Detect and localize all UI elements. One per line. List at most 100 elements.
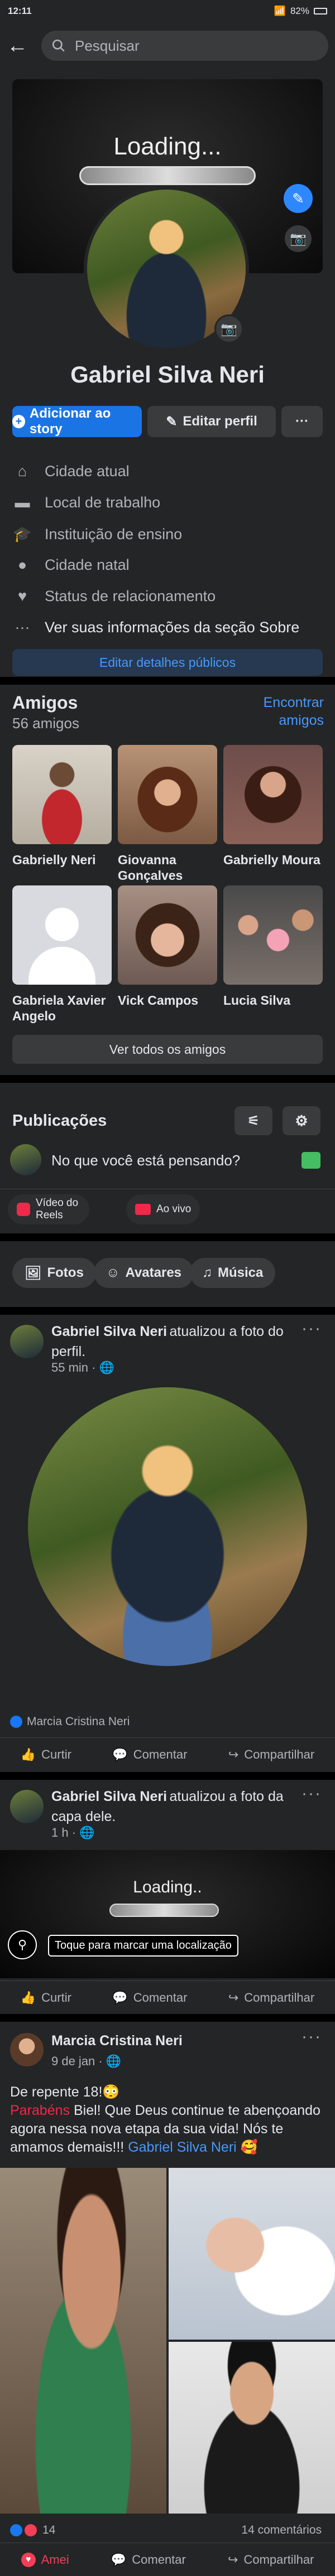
post-cover-image[interactable]: Loading.. ⚲ Toque para marcar uma locali… <box>0 1850 335 1978</box>
reactions-summary[interactable]: 14 <box>10 2524 55 2537</box>
post-header: Gabriel Silva Neri atualizou a foto da c… <box>51 1788 286 1828</box>
composer-input[interactable]: No que você está pensando? <box>51 1152 240 1169</box>
search-icon <box>52 39 65 52</box>
post-actions: ♥ Amei 💬 Comentar ↪ Compartilhar <box>0 2543 335 2576</box>
friend-card[interactable]: Giovanna Gonçalves <box>118 745 217 883</box>
post-more-icon[interactable]: ··· <box>302 1784 322 1803</box>
avatars-chip[interactable]: ☺ Avatares <box>94 1258 194 1288</box>
post-author[interactable]: Gabriel Silva Neri <box>51 1789 167 1804</box>
add-story-button[interactable]: + Adicionar ao story <box>12 406 142 437</box>
friend-card[interactable]: Vick Campos <box>118 885 217 1008</box>
add-story-label: Adicionar ao story <box>29 406 111 437</box>
settings-button[interactable]: ⚙ <box>283 1106 320 1135</box>
comment-count[interactable]: 14 comentários <box>241 2524 322 2537</box>
share-button[interactable]: ↪ Compartilhar <box>228 1991 314 2005</box>
grid-photo-selfie[interactable] <box>169 2342 335 2514</box>
like-label: Curtir <box>41 1747 71 1761</box>
live-button[interactable]: Ao vivo <box>126 1194 200 1224</box>
post-cover-photo: Gabriel Silva Neri atualizou a foto da c… <box>0 1780 335 2014</box>
post-more-icon[interactable]: ··· <box>302 1319 322 1338</box>
post-image[interactable] <box>28 1387 307 1666</box>
about-education[interactable]: 🎓 Instituição de ensino <box>12 525 182 543</box>
see-about-info-link[interactable]: ··· Ver suas informações da seção Sobre <box>12 619 300 636</box>
find-friends-link[interactable]: Encontrar amigos <box>246 694 324 729</box>
photos-chip[interactable]: 🖼 Fotos <box>12 1258 96 1288</box>
see-all-friends-button[interactable]: Ver todos os amigos <box>12 1035 323 1064</box>
share-button[interactable]: ↪ Compartilhar <box>228 1747 314 1762</box>
location-tooltip[interactable]: Toque para marcar uma localização <box>48 1935 238 1957</box>
about-workplace[interactable]: ▬ Local de trabalho <box>12 494 161 511</box>
like-button[interactable]: 👍 Curtir <box>21 1991 71 2005</box>
music-chip-label: Música <box>218 1265 264 1280</box>
post-time: 9 de jan · 🌐 <box>51 2054 122 2068</box>
about-relationship[interactable]: ♥ Status de relacionamento <box>12 588 216 605</box>
reels-button[interactable]: Vídeo do Reels <box>8 1194 89 1224</box>
comment-button[interactable]: 💬 Comentar <box>112 1991 187 2005</box>
location-pin-icon: ● <box>17 556 27 573</box>
love-button[interactable]: ♥ Amei <box>21 2552 69 2567</box>
back-arrow-icon[interactable]: ← <box>7 34 29 58</box>
about-see-more-label: Ver suas informações da seção Sobre <box>45 619 300 636</box>
post-author[interactable]: Marcia Cristina Neri <box>51 2033 183 2049</box>
globe-icon: 🌐 <box>106 2054 122 2068</box>
friend-card[interactable]: Lucia Silva <box>223 885 323 1008</box>
avatar-camera-icon[interactable]: 📷 <box>214 314 243 343</box>
reactions-row[interactable]: Marcia Cristina Neri <box>10 1715 130 1728</box>
grid-photo-baby[interactable] <box>169 2168 335 2340</box>
more-options-button[interactable]: ··· <box>281 406 323 437</box>
photo-upload-icon[interactable] <box>302 1152 320 1169</box>
filter-settings-button[interactable]: ⚟ <box>234 1106 272 1135</box>
share-label: Compartilhar <box>244 1747 315 1761</box>
cover-camera-icon[interactable]: 📷 <box>285 225 312 252</box>
publications-section: Publicações ⚟ ⚙ No que você está pensand… <box>0 1083 335 1233</box>
friend-name: Lucia Silva <box>223 993 291 1008</box>
like-button[interactable]: 👍 Curtir <box>21 1747 71 1762</box>
post-text: De repente 18!😳 Parabéns Biel! Que Deus … <box>10 2083 323 2157</box>
profile-card: Loading... ✎ 📷 📷 Gabriel Silva Neri + Ad… <box>0 69 335 677</box>
post-author-avatar[interactable] <box>10 1790 44 1823</box>
post-profile-photo: Gabriel Silva Neri atualizou a foto do p… <box>0 1315 335 1772</box>
cover-loading-text: Loading.. <box>133 1878 202 1896</box>
love-label: Amei <box>41 2552 69 2567</box>
friend-card[interactable]: Gabriela Xavier Angelo <box>12 885 112 1024</box>
friend-name: Gabrielly Neri <box>12 853 96 867</box>
reactor-name: Marcia Cristina Neri <box>27 1715 130 1728</box>
post-author[interactable]: Gabriel Silva Neri <box>51 1324 167 1339</box>
battery-icon <box>314 8 327 14</box>
comment-label: Comentar <box>132 2552 186 2567</box>
about-label: Cidade natal <box>45 556 130 573</box>
music-chip[interactable]: ♫ Música <box>190 1258 276 1288</box>
post-photo-grid[interactable] <box>0 2168 335 2514</box>
friend-card[interactable]: Gabrielly Moura <box>223 745 323 868</box>
profile-name: Gabriel Silva Neri <box>70 361 265 388</box>
comment-button[interactable]: 💬 Comentar <box>111 2553 186 2567</box>
comment-button[interactable]: 💬 Comentar <box>112 1747 187 1762</box>
post-emoji: 🥰 <box>236 2139 258 2155</box>
reels-icon <box>17 1203 30 1216</box>
post-more-icon[interactable]: ··· <box>302 2027 322 2046</box>
post-author-avatar[interactable] <box>10 1325 44 1358</box>
sliders-icon: ⚟ <box>247 1113 260 1129</box>
mention-link[interactable]: Gabriel Silva Neri <box>128 2139 237 2155</box>
messenger-icon[interactable]: ✎ <box>284 184 313 213</box>
post-author-avatar[interactable] <box>10 2033 44 2066</box>
location-pin-icon[interactable]: ⚲ <box>8 1930 37 1959</box>
search-field[interactable]: Pesquisar <box>41 31 328 61</box>
about-hometown[interactable]: ● Cidade natal <box>12 556 130 574</box>
share-button[interactable]: ↪ Compartilhar <box>228 2553 314 2567</box>
friend-name: Vick Campos <box>118 993 199 1008</box>
about-current-city[interactable]: ⌂ Cidade atual <box>12 463 130 480</box>
composer-avatar[interactable] <box>10 1144 41 1175</box>
comment-icon: 💬 <box>111 2552 127 2567</box>
about-label: Cidade atual <box>45 463 130 480</box>
graduation-cap-icon: 🎓 <box>13 526 32 543</box>
like-label: Curtir <box>41 1990 71 2004</box>
edit-profile-button[interactable]: ✎ Editar perfil <box>147 406 276 437</box>
share-icon: ↪ <box>228 1990 239 2004</box>
friend-card[interactable]: Gabrielly Neri <box>12 745 112 868</box>
friend-photo <box>118 885 217 985</box>
globe-icon: 🌐 <box>79 1826 95 1839</box>
edit-public-details-button[interactable]: Editar detalhes públicos <box>12 649 323 676</box>
comment-label: Comentar <box>133 1990 188 2004</box>
grid-photo-child[interactable] <box>0 2168 166 2514</box>
